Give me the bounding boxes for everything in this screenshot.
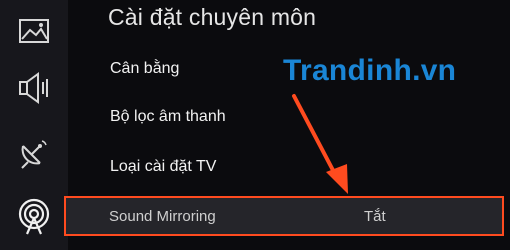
watermark: Trandinh.vn [283, 54, 457, 87]
speaker-icon[interactable] [14, 68, 54, 108]
annotation-arrow-icon [270, 90, 360, 200]
sidebar-rail [0, 0, 68, 250]
menu-item-sound-mirroring[interactable]: Sound Mirroring Tắt [64, 196, 504, 236]
sound-mirroring-label: Sound Mirroring [109, 208, 216, 225]
picture-icon[interactable] [14, 12, 54, 52]
menu-item-audio-filter[interactable]: Bộ lọc âm thanh [110, 108, 226, 126]
menu-item-equalizer[interactable]: Cân bằng [110, 60, 179, 78]
tv-settings-screen: Cài đặt chuyên môn Cân bằng Bộ lọc âm th… [0, 0, 510, 250]
sound-mirroring-value: Tắt [364, 208, 386, 225]
satellite-dish-icon[interactable] [14, 132, 54, 172]
page-title: Cài đặt chuyên môn [108, 4, 317, 30]
menu-item-tv-setup-type[interactable]: Loại cài đặt TV [110, 158, 216, 176]
broadcast-antenna-icon[interactable] [14, 196, 54, 236]
